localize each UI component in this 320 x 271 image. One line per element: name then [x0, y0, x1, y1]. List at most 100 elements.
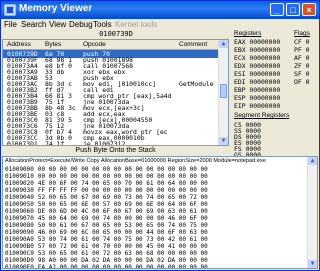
register-value: 00000000 — [249, 46, 281, 54]
hex-row[interactable]: 01009030 FF FF FF FF 00 00 00 00 00 00 00… — [5, 187, 208, 194]
registers-panel: Registers Flags EAX 00000000 EBX 00000000… — [231, 30, 319, 159]
hex-bytes[interactable]: 53 00 74 00 61 00 74 00 75 00 73 00 42 0… — [38, 236, 208, 243]
flag-name: SF — [294, 70, 302, 78]
scroll-up-icon[interactable]: ▲ — [308, 157, 317, 165]
hex-row[interactable]: 01009020 4E 00 6F 00 74 00 65 00 70 00 61… — [5, 180, 208, 187]
flag-value: 0 — [305, 38, 310, 46]
register-value: 00000000 — [249, 102, 281, 110]
col-address[interactable]: Address — [7, 41, 31, 48]
disasm-header: Address Bytes Opcode Comment — [3, 40, 221, 50]
menu-bar: File Search View Debug Tools Kernel tool… — [1, 19, 319, 30]
title-bar[interactable]: Memory Viewer _ □ × — [1, 1, 319, 19]
register-name: ESI — [234, 70, 246, 78]
register-name: EBX — [234, 46, 246, 54]
col-bytes[interactable]: Bytes — [45, 41, 61, 48]
hex-bytes[interactable]: 46 00 69 00 6C 00 65 00 00 00 44 00 6F 0… — [38, 229, 208, 236]
col-opcode[interactable]: Opcode — [83, 41, 106, 48]
hex-bytes[interactable]: 45 00 64 00 69 00 74 00 00 00 00 00 46 0… — [38, 215, 208, 222]
hex-address: 01009030 — [5, 187, 34, 194]
hex-address: 01009060 — [5, 208, 34, 215]
hex-address: 01009050 — [5, 201, 34, 208]
register-name: EIP — [234, 102, 246, 110]
hex-bytes[interactable]: 53 00 65 00 61 00 72 00 63 00 68 00 00 0… — [38, 250, 208, 257]
flag-name: PF — [294, 46, 302, 54]
hex-row[interactable]: 01009080 50 00 61 00 67 00 65 00 53 00 65… — [5, 222, 208, 229]
flag-name: AF — [294, 54, 302, 62]
register-esp[interactable]: ESP 00000000 — [234, 94, 280, 102]
hex-row[interactable]: 01009000 00 00 00 00 00 00 00 00 00 00 00… — [5, 166, 208, 173]
menu-file[interactable]: File — [4, 20, 17, 29]
register-name: ESP — [234, 94, 246, 102]
hex-address: 010090C0 — [5, 250, 34, 257]
close-button[interactable]: × — [302, 3, 316, 16]
hex-row[interactable]: 01009070 45 00 64 00 69 00 74 00 00 00 00… — [5, 215, 208, 222]
hex-bytes[interactable]: 57 00 72 00 61 00 70 00 00 00 45 00 41 0… — [38, 243, 208, 250]
hex-row[interactable]: 010090E0 EA A2 00 00 00 00 00 00 00 00 00… — [5, 264, 208, 269]
register-ebx[interactable]: EBX 00000000 — [234, 46, 280, 54]
register-eip[interactable]: EIP 00000000 — [234, 102, 280, 110]
hex-bytes[interactable]: FF FF FF FF 00 00 00 00 00 00 00 00 00 0… — [38, 187, 208, 194]
hex-row[interactable]: 010090C0 53 00 65 00 61 00 72 00 63 00 68… — [5, 250, 208, 257]
disasm-address: 010073D1 — [7, 140, 38, 146]
flag-af[interactable]: AF 0 — [294, 54, 309, 62]
hex-bytes[interactable]: 50 00 61 00 67 00 65 00 53 00 65 00 74 0… — [38, 222, 208, 229]
hex-row[interactable]: 01009050 50 00 65 00 6E 00 57 00 69 00 6E… — [5, 201, 208, 208]
hex-bytes[interactable]: 4E 00 6F 00 74 00 65 00 70 00 61 00 64 0… — [38, 180, 208, 187]
hex-bytes[interactable]: DE 00 6D 00 4C 00 6F 00 67 00 69 00 63 0… — [38, 208, 208, 215]
register-value: 00000000 — [249, 54, 281, 62]
hex-bytes[interactable]: EA A2 00 00 00 00 00 00 00 00 00 00 00 0… — [38, 264, 208, 268]
hex-address: 01009020 — [5, 180, 34, 187]
hex-bytes[interactable]: 00 00 00 00 00 00 00 00 00 00 00 00 00 0… — [38, 166, 208, 173]
register-edx[interactable]: EDX 00000000 — [234, 62, 280, 70]
hex-address: 01009000 — [5, 166, 34, 173]
memory-region-info: AllocationProtect=Execute/Write Copy All… — [5, 158, 266, 164]
maximize-button[interactable]: □ — [286, 3, 300, 16]
hex-row[interactable]: 01009010 00 00 00 00 00 00 00 00 00 00 00… — [5, 173, 208, 180]
hex-row[interactable]: 010090A0 53 00 74 00 61 00 74 00 75 00 73… — [5, 236, 208, 243]
disasm-scrollbar[interactable]: ▲ ▼ — [218, 40, 228, 145]
hex-bytes[interactable]: 50 00 65 00 6E 00 57 00 69 00 6E 00 64 0… — [38, 201, 208, 208]
register-name: EDX — [234, 62, 246, 70]
register-name: EDI — [234, 78, 246, 86]
register-edi[interactable]: EDI 00000000 — [234, 78, 280, 86]
flag-of[interactable]: OF 0 — [294, 78, 309, 86]
register-ecx[interactable]: ECX 00000000 — [234, 54, 280, 62]
flag-pf[interactable]: PF 0 — [294, 46, 309, 54]
hex-scrollbar[interactable]: ▲ ▼ — [307, 157, 317, 268]
hex-bytes[interactable]: 52 00 65 00 67 00 69 00 73 00 74 00 65 0… — [38, 194, 208, 201]
register-ebp[interactable]: EBP 00000000 — [234, 86, 280, 94]
minimize-button[interactable]: _ — [270, 3, 284, 16]
hex-bytes[interactable]: 00 00 00 00 00 00 00 00 00 00 00 00 00 0… — [38, 173, 208, 180]
register-eax[interactable]: EAX 00000000 — [234, 38, 280, 46]
disassembler-pane[interactable]: Address Bytes Opcode Comment 0100739D 6a … — [2, 39, 229, 146]
scroll-up-icon[interactable]: ▲ — [219, 40, 228, 48]
register-value: 00000000 — [249, 78, 281, 86]
menu-tools[interactable]: Tools — [93, 20, 112, 29]
disasm-row[interactable]: 010073D1 74 1f je 01007312 — [3, 140, 221, 146]
register-esi[interactable]: ESI 00000000 — [234, 70, 280, 78]
hex-row[interactable]: 010090B0 57 00 72 00 61 00 70 00 00 00 45… — [5, 243, 208, 250]
hex-row[interactable]: 010090D0 98 A0 00 00 DA 02 DA 00 00 00 DA… — [5, 257, 208, 264]
hex-row[interactable]: 01009040 52 00 65 00 67 00 69 00 73 00 74… — [5, 194, 208, 201]
hex-address: 010090D0 — [5, 257, 34, 264]
flag-value: 0 — [305, 78, 310, 86]
scroll-down-icon[interactable]: ▼ — [308, 260, 317, 268]
menu-kernel-tools[interactable]: Kernel tools — [115, 20, 157, 29]
menu-search[interactable]: Search — [21, 20, 46, 29]
hex-address: 010090E0 — [5, 264, 34, 269]
scroll-down-icon[interactable]: ▼ — [219, 137, 228, 145]
hex-view-pane[interactable]: AllocationProtect=Execute/Write Copy All… — [2, 156, 318, 269]
flag-sf[interactable]: SF 0 — [294, 70, 309, 78]
menu-debug[interactable]: Debug — [69, 20, 93, 29]
flag-zf[interactable]: ZF 0 — [294, 62, 309, 70]
hex-row[interactable]: 01009060 DE 00 6D 00 4C 00 6F 00 67 00 69… — [5, 208, 208, 215]
hex-row[interactable]: 01009090 46 00 69 00 6C 00 65 00 00 00 44… — [5, 229, 208, 236]
current-address: 0100739D — [99, 30, 133, 38]
menu-view[interactable]: View — [49, 20, 66, 29]
hex-bytes[interactable]: 98 A0 00 00 DA 02 DA 00 00 00 DA 02 DA 0… — [38, 257, 208, 264]
hex-address: 010090B0 — [5, 243, 34, 250]
window-title: Memory Viewer — [19, 3, 93, 14]
scroll-thumb[interactable] — [220, 84, 227, 98]
flag-cf[interactable]: CF 0 — [294, 38, 309, 46]
col-comment[interactable]: Comment — [179, 41, 207, 48]
